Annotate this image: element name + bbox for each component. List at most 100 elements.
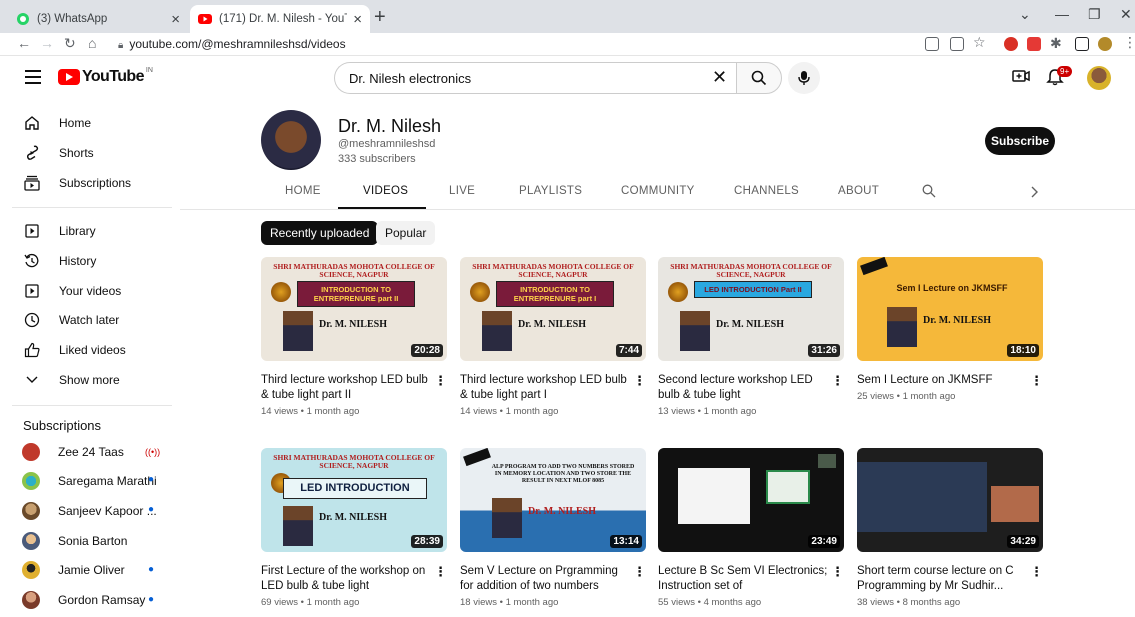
video-thumbnail[interactable]: 34:29 [857, 448, 1043, 552]
share-icon[interactable] [950, 37, 964, 51]
tab-home[interactable]: HOME [285, 185, 321, 197]
video-card[interactable]: ALP PROGRAM TO ADD TWO NUMBERS STORED IN… [460, 448, 648, 608]
voice-search-button[interactable] [788, 62, 820, 94]
more-options-icon[interactable]: ⋮ [434, 373, 447, 389]
browser-tab-youtube[interactable]: (171) Dr. M. Nilesh - YouTube × [190, 5, 370, 33]
more-options-icon[interactable]: ⋮ [831, 564, 844, 580]
tab-live[interactable]: LIVE [449, 185, 475, 197]
video-thumbnail[interactable]: 23:49 [658, 448, 844, 552]
extension-mail-icon[interactable] [1027, 37, 1041, 51]
video-title[interactable]: Third lecture workshop LED bulb & tube l… [460, 373, 630, 403]
subscription-item[interactable]: Saregama Marathi [22, 470, 157, 492]
video-card[interactable]: SHRI MATHURADAS MOHOTA COLLEGE OF SCIENC… [261, 257, 449, 417]
sidebar-item-liked-videos[interactable]: Liked videos [22, 339, 126, 361]
channel-avatar-large[interactable] [261, 110, 321, 170]
subscription-item[interactable]: Sanjeev Kapoor ... [22, 500, 157, 522]
more-options-icon[interactable]: ⋮ [1030, 564, 1043, 580]
video-thumbnail[interactable]: Sem I Lecture on JKMSFF Dr. M. NILESH 18… [857, 257, 1043, 361]
sidebar-item-label: Shorts [59, 146, 94, 160]
video-title[interactable]: Lecture B Sc Sem VI Electronics; Instruc… [658, 564, 828, 594]
video-thumbnail[interactable]: SHRI MATHURADAS MOHOTA COLLEGE OF SCIENC… [658, 257, 844, 361]
more-options-icon[interactable]: ⋮ [1030, 373, 1043, 389]
channel-search-icon[interactable] [922, 184, 936, 198]
more-options-icon[interactable]: ⋮ [434, 564, 447, 580]
close-tab-icon[interactable]: × [353, 11, 362, 28]
url-field[interactable]: 🔒︎ youtube.com/@meshramnileshsd/videos [118, 37, 346, 51]
browser-menu-icon[interactable]: ⋮ [1123, 34, 1135, 51]
sidebar-item-history[interactable]: History [22, 250, 96, 272]
more-options-icon[interactable]: ⋮ [633, 564, 646, 580]
sidebar-item-library[interactable]: Library [22, 220, 96, 242]
filter-recently-uploaded[interactable]: Recently uploaded [261, 221, 379, 245]
more-options-icon[interactable]: ⋮ [633, 373, 646, 389]
new-tab-icon[interactable]: + [374, 6, 386, 29]
video-meta: 69 views • 1 month ago [261, 597, 360, 608]
extension-shield-icon[interactable] [1004, 37, 1018, 51]
video-title[interactable]: Sem V Lecture on Prgramming for addition… [460, 564, 630, 594]
clear-search-icon[interactable]: ✕ [712, 67, 727, 88]
video-card[interactable]: Sem I Lecture on JKMSFF Dr. M. NILESH 18… [857, 257, 1045, 402]
sidebar-item-show-more[interactable]: Show more [22, 369, 120, 391]
tab-search-icon[interactable]: ⌄ [1019, 6, 1031, 23]
sidebar-item-home[interactable]: Home [22, 112, 91, 134]
browser-tab-whatsapp[interactable]: (3) WhatsApp × [8, 5, 188, 33]
video-thumbnail[interactable]: SHRI MATHURADAS MOHOTA COLLEGE OF SCIENC… [261, 257, 447, 361]
youtube-logo[interactable]: YouTube IN [58, 67, 153, 86]
new-content-dot: ● [148, 504, 155, 515]
close-tab-icon[interactable]: × [171, 11, 180, 28]
video-title[interactable]: Second lecture workshop LED bulb & tube … [658, 373, 828, 403]
close-window-icon[interactable]: ✕ [1120, 6, 1132, 23]
video-card[interactable]: 34:29 Short term course lecture on C Pro… [857, 448, 1045, 608]
install-icon[interactable] [925, 37, 939, 51]
video-meta: 14 views • 1 month ago [261, 406, 360, 417]
filter-popular[interactable]: Popular [376, 221, 436, 245]
video-thumbnail[interactable]: SHRI MATHURADAS MOHOTA COLLEGE OF SCIENC… [460, 257, 646, 361]
chevron-right-icon[interactable] [1030, 186, 1038, 198]
subscribe-button[interactable]: Subscribe [985, 127, 1055, 155]
video-title[interactable]: Third lecture workshop LED bulb & tube l… [261, 373, 431, 403]
tab-playlists[interactable]: PLAYLISTS [519, 185, 582, 197]
video-title[interactable]: Short term course lecture on C Programmi… [857, 564, 1027, 594]
sidebar-item-subscriptions[interactable]: Subscriptions [22, 172, 131, 194]
video-thumbnail[interactable]: SHRI MATHURADAS MOHOTA COLLEGE OF SCIENC… [261, 448, 447, 552]
tab-channels[interactable]: CHANNELS [734, 185, 799, 197]
back-icon[interactable]: ← [17, 35, 31, 51]
sidebar-item-watch-later[interactable]: Watch later [22, 309, 119, 331]
subscription-item[interactable]: Jamie Oliver [22, 559, 125, 581]
video-card[interactable]: 23:49 Lecture B Sc Sem VI Electronics; I… [658, 448, 846, 608]
video-thumbnail[interactable]: ALP PROGRAM TO ADD TWO NUMBERS STORED IN… [460, 448, 646, 552]
sidebar-item-shorts[interactable]: Shorts [22, 142, 94, 164]
college-emblem-icon [271, 282, 291, 302]
video-title[interactable]: First Lecture of the workshop on LED bul… [261, 564, 431, 594]
search-input[interactable]: Dr. Nilesh electronics [334, 62, 736, 94]
profile-avatar-icon[interactable] [1098, 37, 1112, 51]
thumb-banner-text: SHRI MATHURADAS MOHOTA COLLEGE OF SCIENC… [273, 453, 435, 470]
video-duration: 20:28 [411, 344, 443, 357]
tab-videos[interactable]: VIDEOS [363, 185, 408, 197]
restore-icon[interactable]: ❐ [1088, 6, 1101, 23]
extensions-puzzle-icon[interactable]: ✱ [1050, 35, 1062, 52]
video-title[interactable]: Sem I Lecture on JKMSFF [857, 373, 1027, 388]
video-card[interactable]: SHRI MATHURADAS MOHOTA COLLEGE OF SCIENC… [460, 257, 648, 417]
subscription-item[interactable]: Zee 24 Taas [22, 441, 124, 463]
video-meta: 13 views • 1 month ago [658, 406, 757, 417]
subscription-item[interactable]: Sonia Barton [22, 530, 127, 552]
create-video-icon[interactable] [1012, 68, 1030, 84]
video-meta: 25 views • 1 month ago [857, 391, 956, 402]
tab-community[interactable]: COMMUNITY [621, 185, 695, 197]
video-card[interactable]: SHRI MATHURADAS MOHOTA COLLEGE OF SCIENC… [658, 257, 846, 417]
side-panel-icon[interactable] [1075, 37, 1089, 51]
video-card[interactable]: SHRI MATHURADAS MOHOTA COLLEGE OF SCIENC… [261, 448, 449, 608]
minimize-icon[interactable]: — [1055, 6, 1069, 22]
reload-icon[interactable]: ↻ [64, 35, 76, 52]
subscription-item[interactable]: Gordon Ramsay [22, 589, 145, 611]
account-avatar[interactable] [1087, 66, 1111, 90]
hamburger-menu-icon[interactable] [25, 70, 41, 88]
more-options-icon[interactable]: ⋮ [831, 373, 844, 389]
search-button[interactable] [736, 62, 782, 94]
bookmark-star-icon[interactable]: ☆ [973, 34, 986, 51]
home-page-icon[interactable]: ⌂ [88, 35, 96, 51]
sidebar-item-your-videos[interactable]: Your videos [22, 280, 121, 302]
tab-about[interactable]: ABOUT [838, 185, 879, 197]
forward-icon[interactable]: → [40, 35, 54, 51]
